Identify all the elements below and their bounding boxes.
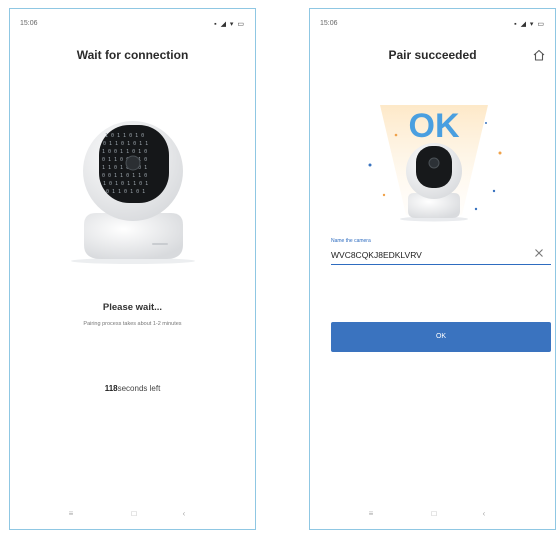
svg-text:0 1 1 0 1 0 1 1: 0 1 1 0 1 0 1 1 [103,141,148,147]
svg-text:1 0 1 1 0 1 0: 1 0 1 1 0 1 0 [105,133,144,139]
phone-pair-success-screen: 15:06 ▪ ◢ ▾ ▭ Pair succeeded OK Name the… [309,8,556,530]
system-nav-bar: ≡ □ ‹ [310,509,555,519]
ok-button[interactable]: OK [331,322,551,352]
camera-icon: 1 0 1 1 0 1 0 0 1 1 0 1 0 1 1 1 0 0 1 1 … [71,121,195,264]
phone-wait-screen: 15:06 ▪ ◢ ▾ ▭ Wait for connection 1 0 1 … [9,8,256,530]
pair-success-illustration: OK [368,105,502,222]
svg-text:0 1 1 0 1 0 1: 0 1 1 0 1 0 1 [106,189,145,195]
page-title: Pair succeeded [388,48,477,62]
wait-title: Please wait... [102,302,163,313]
nav-back-icon[interactable]: ‹ [178,509,190,518]
nav-menu-icon[interactable]: ≡ [65,509,77,518]
countdown-suffix: seconds left [117,384,161,393]
nav-home-icon[interactable]: □ [428,509,440,518]
nav-back-icon[interactable]: ‹ [478,509,490,518]
nav-menu-icon[interactable]: ≡ [365,509,377,518]
status-time: 15:06 [320,20,338,27]
nav-home-icon[interactable]: □ [128,509,140,518]
countdown-text: 118seconds left [10,384,255,393]
clear-icon[interactable] [532,246,546,260]
status-time: 15:06 [20,20,38,27]
svg-text:1 0 0 1 1 0 1 0: 1 0 0 1 1 0 1 0 [102,149,147,155]
page-title: Wait for connection [76,48,189,62]
status-bar: 15:06 ▪ ◢ ▾ ▭ [320,20,545,32]
countdown-number: 118 [104,384,118,393]
svg-text:1 0 1 0 1 1 0 1: 1 0 1 0 1 1 0 1 [103,181,148,187]
svg-text:1 1 0 1 0 1 0 1: 1 1 0 1 0 1 0 1 [102,165,147,171]
status-icons: ▪ ◢ ▾ ▭ [514,21,545,28]
ok-badge-text: OK [409,107,460,145]
status-bar: 15:06 ▪ ◢ ▾ ▭ [20,20,245,32]
home-icon[interactable] [532,48,546,62]
camera-name-label: Name the camera [331,238,371,244]
svg-text:0 0 1 1 0 1 1 0: 0 0 1 1 0 1 1 0 [102,173,147,179]
wait-subtitle: Pairing process takes about 1-2 minutes [83,321,182,327]
camera-name-input[interactable] [331,245,551,265]
status-icons: ▪ ◢ ▾ ▭ [214,21,245,28]
system-nav-bar: ≡ □ ‹ [10,509,255,519]
